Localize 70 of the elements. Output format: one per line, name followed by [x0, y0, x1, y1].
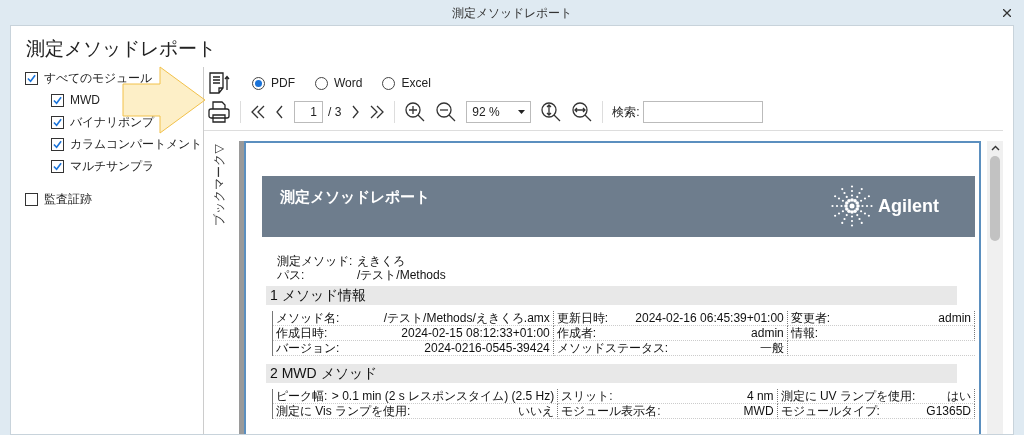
scrollbar[interactable]: [987, 141, 1003, 434]
bookmark-tab[interactable]: ブックマーク: [210, 154, 228, 226]
table-cell: 更新日時: 2024-02-16 06:45:39+01:00: [553, 311, 788, 326]
table-cell: メソッドステータス: 一般: [553, 341, 788, 356]
radio-label: Excel: [401, 75, 431, 92]
check-icon: [53, 161, 62, 171]
banner-title: 測定メソッドレポート: [280, 187, 430, 207]
dialog-heading: 測定メソッドレポート: [26, 37, 217, 61]
table-cell: メソッド名: /テスト/Methods/えきくろ.amx: [273, 311, 554, 326]
scrollbar-thumb[interactable]: [990, 156, 1000, 241]
checkbox-label: 監査証跡: [44, 191, 92, 208]
table-cell: ピーク幅: > 0.1 min (2 s レスポンスタイム) (2.5 Hz): [273, 389, 559, 404]
checkbox-label: すべてのモジュール: [44, 70, 152, 87]
section-heading: 2 MWD メソッド: [266, 364, 957, 383]
checkbox[interactable]: [25, 71, 38, 85]
table-cell: モジュールタイプ: G1365D: [777, 404, 975, 419]
radio-label: Word: [334, 75, 363, 92]
logo-text: Agilent: [878, 194, 939, 218]
close-icon[interactable]: [1003, 9, 1011, 17]
page-total: / 3: [328, 103, 342, 121]
section-heading: 1 メソッド情報: [266, 286, 957, 305]
meta-value: /テスト/Methods: [357, 268, 446, 282]
print-icon[interactable]: [207, 99, 231, 124]
zoom-dropdown[interactable]: 92 %: [466, 100, 532, 123]
search-field[interactable]: [642, 100, 763, 123]
table-cell: スリット: 4 nm: [558, 389, 778, 404]
export-document-icon[interactable]: [208, 71, 232, 95]
starburst-logo-icon: [830, 184, 874, 228]
check-icon: [53, 139, 62, 149]
first-page-icon[interactable]: [250, 104, 266, 119]
radio-button[interactable]: [382, 76, 396, 90]
table-cell: モジュール表示名: MWD: [558, 404, 778, 419]
meta-label: パス:: [277, 268, 306, 282]
checkbox[interactable]: [25, 192, 38, 206]
window-title: 測定メソッドレポート: [452, 4, 572, 22]
radio-button[interactable]: [315, 76, 328, 90]
search-label: 検索:: [612, 103, 640, 121]
fit-width-icon[interactable]: [571, 100, 594, 123]
checkbox-label: MWD: [70, 92, 100, 109]
check-icon: [53, 95, 62, 105]
radio-label: PDF: [271, 75, 295, 92]
meta-value: えきくろ: [357, 254, 405, 268]
scroll-up-icon[interactable]: [990, 145, 1000, 151]
check-icon: [53, 117, 62, 127]
meta-label: 測定メソッド:: [277, 254, 354, 268]
caret-icon: [518, 109, 526, 114]
checkbox[interactable]: [51, 137, 64, 151]
table-cell: 作成日時: 2024-02-15 08:12:33+01:00: [273, 326, 554, 341]
table-cell: 情報:: [787, 326, 975, 341]
checkbox[interactable]: [51, 93, 64, 107]
checkbox[interactable]: [51, 159, 64, 173]
last-page-icon[interactable]: [369, 104, 386, 119]
zoom-in-icon[interactable]: [404, 100, 427, 123]
check-icon: [27, 73, 36, 83]
next-page-icon[interactable]: [350, 104, 361, 119]
table-cell: 測定に UV ランプを使用: はい: [777, 389, 975, 404]
table-cell: 測定に Vis ランプを使用: いいえ: [273, 404, 559, 419]
table-cell: 作成者: admin: [553, 326, 788, 341]
checkbox-label: バイナリポンプ: [70, 114, 154, 131]
previous-page-icon[interactable]: [275, 104, 285, 119]
fit-height-icon[interactable]: [540, 100, 563, 123]
page-number-field[interactable]: 1: [294, 100, 323, 123]
expand-arrow[interactable]: ▷: [214, 141, 224, 155]
table-cell: バージョン: 2024-0216-0545-39424: [273, 341, 554, 356]
zoom-out-icon[interactable]: [435, 100, 458, 123]
checkbox-label: カラムコンパートメント: [70, 136, 202, 153]
checkbox[interactable]: [51, 115, 64, 129]
checkbox-label: マルチサンプラ: [70, 158, 154, 175]
radio-button[interactable]: [252, 76, 265, 90]
table-cell: 変更者: admin: [787, 311, 975, 326]
